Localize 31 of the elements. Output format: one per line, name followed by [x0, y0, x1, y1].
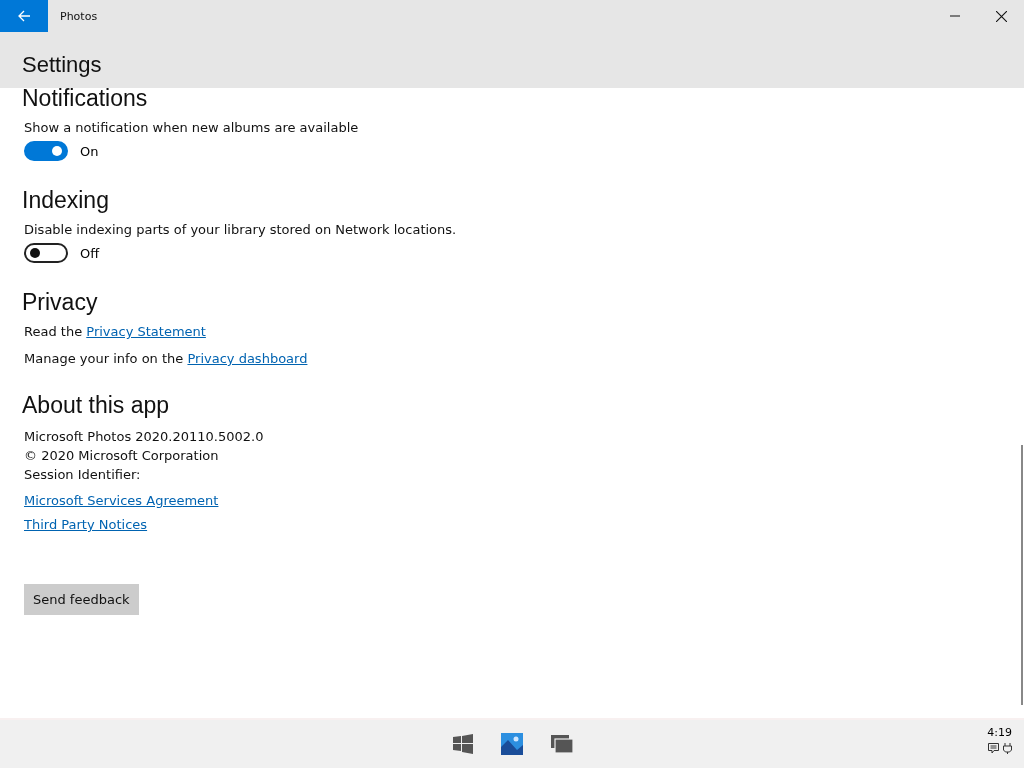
- toggle-state-label: On: [80, 143, 99, 159]
- app-info-text: © 2020 Microsoft Corporation: [24, 447, 220, 465]
- privacy-sentence: Manage your info on the Privacy dashboard: [24, 351, 309, 366]
- task-view-icon[interactable]: [551, 735, 573, 753]
- toggle-state-label: Off: [80, 245, 100, 261]
- page-title: Settings: [22, 52, 103, 78]
- back-arrow-icon: [17, 10, 31, 22]
- privacy-link[interactable]: Privacy dashboard: [187, 351, 308, 366]
- section-heading: Privacy: [22, 289, 99, 316]
- windows-start-icon[interactable]: [453, 734, 473, 754]
- setting-label: Show a notification when new albums are available: [24, 120, 360, 135]
- send-feedback-button[interactable]: Send feedback: [24, 584, 139, 615]
- setting-label: Disable indexing parts of your library stored on Network locations.: [24, 222, 458, 237]
- photos-app-icon[interactable]: [501, 733, 523, 755]
- section-heading: About this app: [22, 392, 171, 419]
- privacy-link[interactable]: Privacy Statement: [86, 324, 206, 339]
- privacy-sentence: Read the Privacy Statement: [24, 324, 207, 339]
- section-heading: Indexing: [22, 187, 110, 214]
- legal-link[interactable]: Microsoft Services Agreement: [24, 493, 219, 508]
- close-icon: [995, 10, 1007, 22]
- toggle-switch[interactable]: [24, 141, 68, 161]
- app-info-text: Session Identifier:: [24, 466, 142, 484]
- notification-icon[interactable]: [988, 743, 999, 754]
- clock-time: 4:19: [987, 726, 1012, 739]
- toggle-switch[interactable]: [24, 243, 68, 263]
- scrollbar[interactable]: [1021, 445, 1023, 705]
- section-heading: Notifications: [22, 85, 149, 112]
- window-title: Photos: [60, 9, 98, 23]
- legal-link[interactable]: Third Party Notices: [24, 517, 148, 532]
- app-info-text: Microsoft Photos 2020.20110.5002.0: [24, 428, 265, 446]
- plug-icon[interactable]: [1003, 743, 1012, 754]
